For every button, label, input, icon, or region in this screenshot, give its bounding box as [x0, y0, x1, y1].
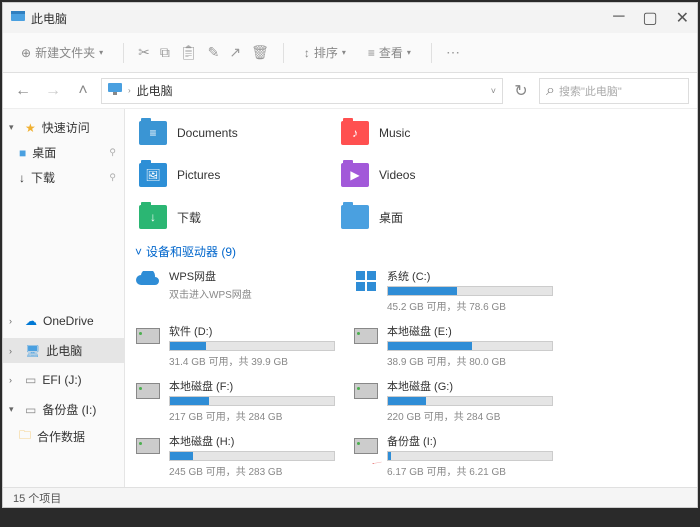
sidebar: ▾★快速访问 ■桌面⚲ ↓下载⚲ ›☁OneDrive ›🖥︎此电脑 ›▭EFI…: [3, 109, 125, 487]
maximize-button[interactable]: ▢: [642, 8, 657, 28]
file-explorer-window: 此电脑 ─ ▢ ✕ ⊕ 新建文件夹 ▾ ✂ ⧉ 📋︎ ✎ ↗ 🗑︎ ↕ 排序 ▾…: [2, 2, 698, 508]
search-input[interactable]: ⌕ 搜索"此电脑": [539, 78, 689, 104]
devices-section-header[interactable]: ˅设备和驱动器 (9): [135, 243, 687, 260]
folder-icon: ↓: [139, 205, 167, 229]
view-icon: ≡: [368, 46, 375, 60]
pin-icon: ⚲: [109, 147, 116, 158]
share-icon[interactable]: ↗: [229, 44, 241, 61]
sidebar-desktop[interactable]: ■桌面⚲: [3, 140, 124, 165]
chevron-down-icon: ˅: [135, 245, 142, 259]
sort-button[interactable]: ↕ 排序 ▾: [298, 40, 352, 65]
hdd-icon: [135, 433, 161, 459]
sidebar-onedrive[interactable]: ›☁OneDrive: [3, 310, 124, 332]
drive-wps[interactable]: WPS网盘双击进入WPS网盘: [135, 268, 335, 313]
fwd-button[interactable]: →: [41, 79, 65, 103]
folder-icon: [341, 205, 369, 229]
sidebar-quick-access[interactable]: ▾★快速访问: [3, 115, 124, 140]
rename-icon[interactable]: ✎: [208, 44, 220, 61]
cut-icon[interactable]: ✂: [138, 44, 150, 61]
copy-icon[interactable]: ⧉: [160, 44, 170, 61]
folder-icon: ≡: [139, 121, 167, 145]
drive-g[interactable]: 本地磁盘 (G:)220 GB 可用，共 284 GB: [353, 378, 553, 423]
toolbar: ⊕ 新建文件夹 ▾ ✂ ⧉ 📋︎ ✎ ↗ 🗑︎ ↕ 排序 ▾ ≡ 查看 ▾ ⋯: [3, 33, 697, 73]
sidebar-coop[interactable]: 🗀合作数据: [3, 422, 124, 451]
folder-icon: ♪: [341, 121, 369, 145]
up-button[interactable]: ˄: [71, 79, 95, 103]
drive-d[interactable]: 软件 (D:)31.4 GB 可用，共 39.9 GB: [135, 323, 335, 368]
titlebar: 此电脑 ─ ▢ ✕: [3, 3, 697, 33]
cloud-icon: [135, 268, 161, 294]
back-button[interactable]: ←: [11, 79, 35, 103]
chevron-down-icon: ▾: [99, 48, 103, 57]
hdd-icon: [353, 433, 379, 459]
lib-documents[interactable]: ≡Documents: [135, 117, 315, 149]
sidebar-efi[interactable]: ›▭EFI (J:): [3, 369, 124, 391]
drive-f[interactable]: 本地磁盘 (F:)217 GB 可用，共 284 GB: [135, 378, 335, 423]
search-icon: ⌕: [546, 82, 555, 100]
lib-downloads[interactable]: ↓下载: [135, 201, 315, 233]
chevron-down-icon[interactable]: ˅: [491, 86, 496, 96]
minimize-button[interactable]: ─: [613, 8, 624, 28]
drive-i[interactable]: 备份盘 (I:)6.17 GB 可用，共 6.21 GB: [353, 433, 553, 478]
pin-icon: ⚲: [109, 172, 116, 183]
sidebar-downloads[interactable]: ↓下载⚲: [3, 165, 124, 190]
status-bar: 15 个项目: [3, 487, 697, 507]
hdd-icon: [135, 378, 161, 404]
paste-icon[interactable]: 📋︎: [180, 44, 198, 61]
drive-c[interactable]: 系统 (C:)45.2 GB 可用，共 78.6 GB: [353, 268, 553, 313]
more-icon[interactable]: ⋯: [446, 44, 460, 61]
hdd-icon: [353, 323, 379, 349]
address-bar[interactable]: › 此电脑 ˅: [101, 78, 503, 104]
lib-music[interactable]: ♪Music: [337, 117, 517, 149]
app-icon: [11, 9, 25, 28]
sort-icon: ↕: [304, 46, 310, 60]
windows-icon: [353, 268, 379, 294]
drive-h[interactable]: 本地磁盘 (H:)245 GB 可用，共 283 GB: [135, 433, 335, 478]
lib-desktop[interactable]: 桌面: [337, 201, 517, 233]
folder-icon: 🖼︎: [139, 163, 167, 187]
new-folder-icon: ⊕: [21, 46, 31, 60]
delete-icon[interactable]: 🗑︎: [251, 44, 269, 61]
close-button[interactable]: ✕: [676, 8, 689, 28]
drive-e[interactable]: 本地磁盘 (E:)38.9 GB 可用，共 80.0 GB: [353, 323, 553, 368]
sidebar-backup[interactable]: ▾▭备份盘 (I:): [3, 397, 124, 422]
window-title: 此电脑: [31, 10, 613, 27]
sidebar-this-pc[interactable]: ›🖥︎此电脑: [3, 338, 124, 363]
content-pane: ≡Documents ♪Music 🖼︎Pictures ▶Videos ↓下载…: [125, 109, 697, 487]
hdd-icon: [353, 378, 379, 404]
lib-videos[interactable]: ▶Videos: [337, 159, 517, 191]
folder-icon: ▶: [341, 163, 369, 187]
item-count: 15 个项目: [13, 490, 61, 506]
hdd-icon: [135, 323, 161, 349]
new-folder-button[interactable]: ⊕ 新建文件夹 ▾: [15, 40, 109, 65]
view-button[interactable]: ≡ 查看 ▾: [362, 40, 417, 65]
refresh-button[interactable]: ↻: [509, 79, 533, 103]
lib-pictures[interactable]: 🖼︎Pictures: [135, 159, 315, 191]
pc-icon: [108, 82, 122, 100]
address-row: ← → ˄ › 此电脑 ˅ ↻ ⌕ 搜索"此电脑": [3, 73, 697, 109]
